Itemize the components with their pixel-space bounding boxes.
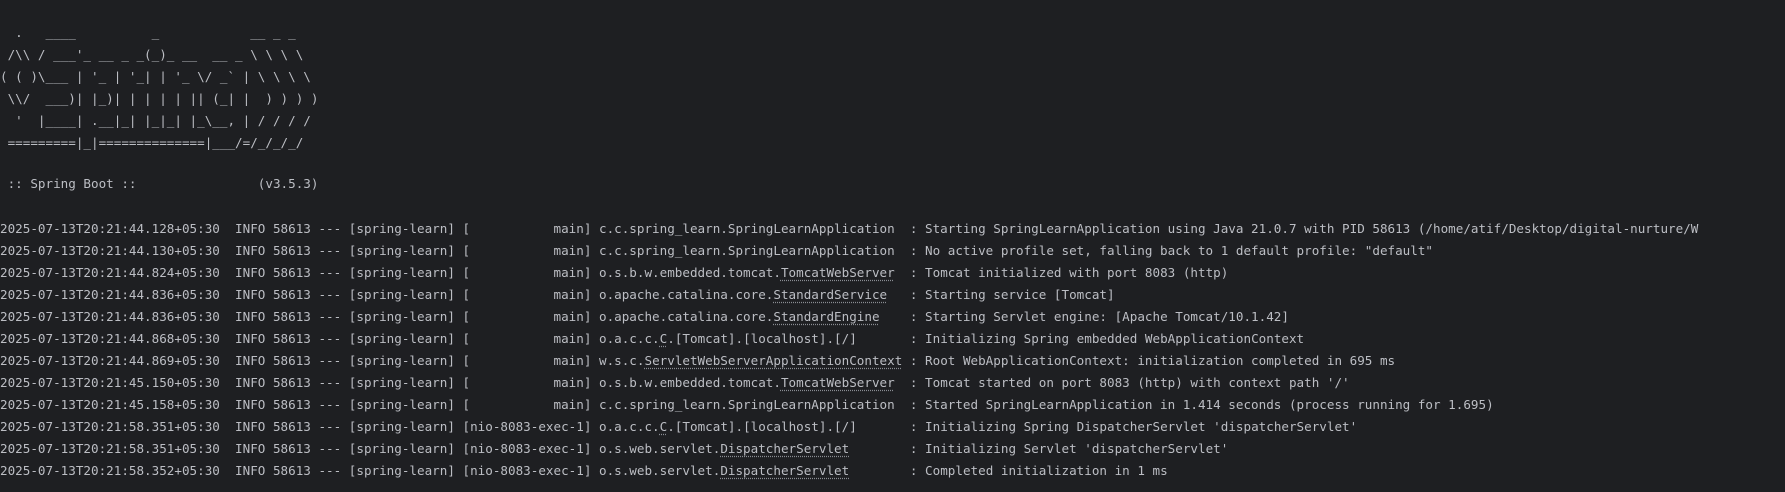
banner-line: . ____ _ __ _ _ [0, 25, 296, 40]
class-link[interactable]: StandardEngine [773, 309, 879, 324]
console-output[interactable]: . ____ _ __ _ _ /\\ / ___'_ __ _ _(_)_ _… [0, 0, 1785, 492]
log-line: 2025-07-13T20:21:44.128+05:30 INFO 58613… [0, 221, 1699, 236]
class-link[interactable]: StandardService [773, 287, 887, 302]
log-line: 2025-07-13T20:21:58.352+05:30 INFO 58613… [0, 463, 1168, 478]
log-line: 2025-07-13T20:21:44.130+05:30 INFO 58613… [0, 243, 1434, 258]
log-line: 2025-07-13T20:21:58.351+05:30 INFO 58613… [0, 419, 1358, 434]
banner-line: ( ( )\___ | '_ | '_| | '_ \/ _` | \ \ \ … [0, 69, 311, 84]
log-line: 2025-07-13T20:21:45.150+05:30 INFO 58613… [0, 375, 1350, 390]
log-line: 2025-07-13T20:21:45.158+05:30 INFO 58613… [0, 397, 1494, 412]
log-line: 2025-07-13T20:21:44.836+05:30 INFO 58613… [0, 309, 1289, 324]
log-line: 2025-07-13T20:21:44.824+05:30 INFO 58613… [0, 265, 1229, 280]
class-link[interactable]: DispatcherServlet [720, 441, 849, 456]
class-link[interactable]: TomcatWebServer [781, 375, 895, 390]
banner-line: ' |____| .__|_| |_|_| |_\__, | / / / / [0, 113, 311, 128]
class-link[interactable]: ServletWebServerApplicationContext [644, 353, 902, 368]
class-link[interactable]: TomcatWebServer [781, 265, 895, 280]
log-line: 2025-07-13T20:21:44.869+05:30 INFO 58613… [0, 353, 1396, 368]
banner-line: =========|_|==============|___/=/_/_/_/ [0, 135, 304, 150]
spring-boot-version-line: :: Spring Boot :: (v3.5.3) [0, 176, 319, 191]
log-line: 2025-07-13T20:21:58.351+05:30 INFO 58613… [0, 441, 1229, 456]
log-line: 2025-07-13T20:21:44.868+05:30 INFO 58613… [0, 331, 1305, 346]
log-line: 2025-07-13T20:21:44.836+05:30 INFO 58613… [0, 287, 1115, 302]
banner-line: \\/ ___)| |_)| | | | | || (_| | ) ) ) ) [0, 91, 319, 106]
banner-line: /\\ / ___'_ __ _ _(_)_ __ __ _ \ \ \ \ [0, 47, 304, 62]
class-link[interactable]: DispatcherServlet [720, 463, 849, 478]
